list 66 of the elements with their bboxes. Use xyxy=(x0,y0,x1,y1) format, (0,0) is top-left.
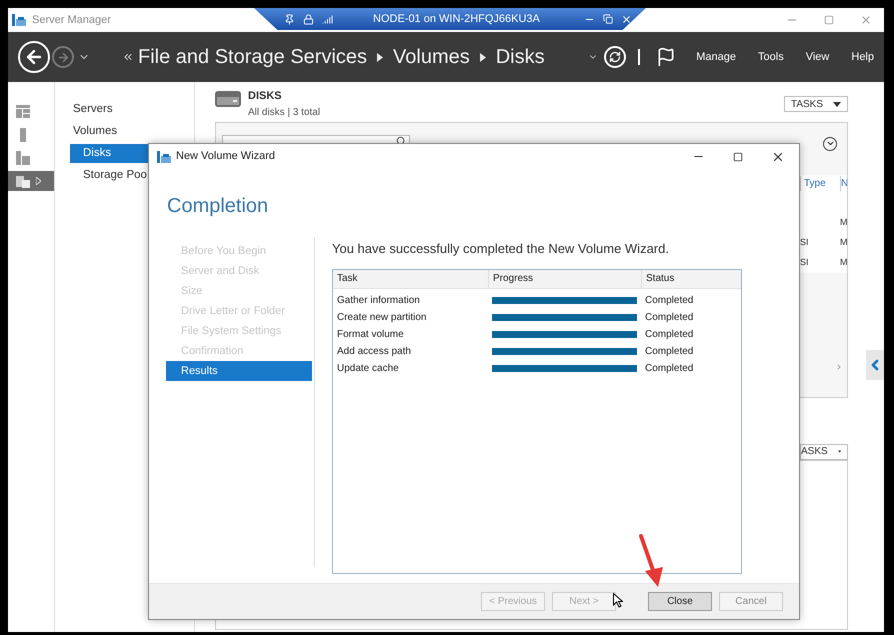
table-cell-text: M xyxy=(840,216,847,229)
restore-icon[interactable] xyxy=(602,14,613,24)
expand-arrow-icon xyxy=(36,177,41,185)
expand-button[interactable] xyxy=(823,136,837,150)
tasks-button[interactable]: ASKS xyxy=(800,444,848,460)
table-cell-text: Gather information xyxy=(336,294,421,308)
breadcrumb-item[interactable]: File and Storage Services xyxy=(138,42,368,72)
maximize-icon[interactable] xyxy=(733,152,743,162)
wizard-heading: Completion xyxy=(167,194,270,219)
refresh-button[interactable] xyxy=(604,46,626,68)
breadcrumb-item[interactable]: Volumes xyxy=(393,42,470,72)
storage-icon xyxy=(16,174,30,188)
caret-icon xyxy=(833,102,841,106)
collapse-tab[interactable] xyxy=(866,350,884,380)
mouse-cursor-icon xyxy=(613,593,623,608)
nav-item[interactable]: Servers xyxy=(70,100,194,119)
rail-item[interactable] xyxy=(8,171,54,191)
notifications-flag-icon[interactable] xyxy=(656,47,676,67)
pin-icon[interactable] xyxy=(284,14,295,24)
wizard-button[interactable]: Close xyxy=(648,592,712,611)
table-cell-text: Update cache xyxy=(336,362,400,376)
column-header[interactable]: Status xyxy=(641,270,741,288)
annotation-arrow xyxy=(637,533,665,588)
menu-item[interactable]: Manage xyxy=(696,48,736,66)
table-cell-text: M xyxy=(840,256,847,269)
window-title: Server Manager xyxy=(32,12,111,28)
wizard-step[interactable]: Results xyxy=(166,361,312,381)
section-title: DISKS xyxy=(248,89,283,104)
servers-icon xyxy=(16,151,30,165)
scroll-right-icon[interactable] xyxy=(835,362,843,370)
table-cell-text: Add access path xyxy=(336,344,412,358)
server-manager-icon xyxy=(157,150,171,162)
column-header[interactable]: Task xyxy=(333,270,488,288)
table-cell-text: Completed xyxy=(644,294,694,308)
column-header[interactable]: Progress xyxy=(488,270,641,288)
lock-icon xyxy=(303,14,314,24)
table-cell: SI xyxy=(800,256,809,267)
tasks-button[interactable]: TASKS xyxy=(784,96,848,112)
nav-item[interactable]: Volumes xyxy=(70,122,194,141)
table-cell-text: Completed xyxy=(644,344,694,358)
table-cell-text: Format volume xyxy=(336,328,405,342)
result-message: You have successfully completed the New Volume Wizard. xyxy=(332,240,670,258)
close-icon[interactable] xyxy=(620,14,632,24)
breadcrumb-separator-icon xyxy=(377,52,384,62)
back-icon xyxy=(24,47,44,67)
dashboard-icon xyxy=(16,105,30,119)
table-cell-text: Completed xyxy=(644,328,694,342)
forward-icon xyxy=(56,50,70,64)
section-subtitle: All disks | 3 total xyxy=(248,106,320,120)
menu-item[interactable]: Tools xyxy=(758,48,784,66)
breadcrumb-item[interactable]: Disks xyxy=(496,42,545,72)
table-cell-text: Completed xyxy=(644,362,694,376)
refresh-icon xyxy=(609,51,622,63)
server-manager-icon xyxy=(12,14,26,26)
remote-computer-name: NODE-01 on WIN-2HFQJ66KU3A xyxy=(373,12,540,27)
table-cell: SI xyxy=(800,236,809,247)
table-cell-text: Create new partition xyxy=(336,310,428,324)
menu-item[interactable]: View xyxy=(806,48,830,66)
back-button[interactable] xyxy=(18,41,50,73)
table-cell-text: Completed xyxy=(644,310,694,324)
table-cell-text: M xyxy=(840,236,847,249)
breadcrumb-separator-icon xyxy=(480,52,486,62)
breadcrumb-overflow-icon[interactable] xyxy=(122,51,134,63)
menu-item[interactable]: Help xyxy=(851,48,874,66)
chevron-down-icon xyxy=(826,139,834,148)
signal-icon xyxy=(322,14,333,24)
